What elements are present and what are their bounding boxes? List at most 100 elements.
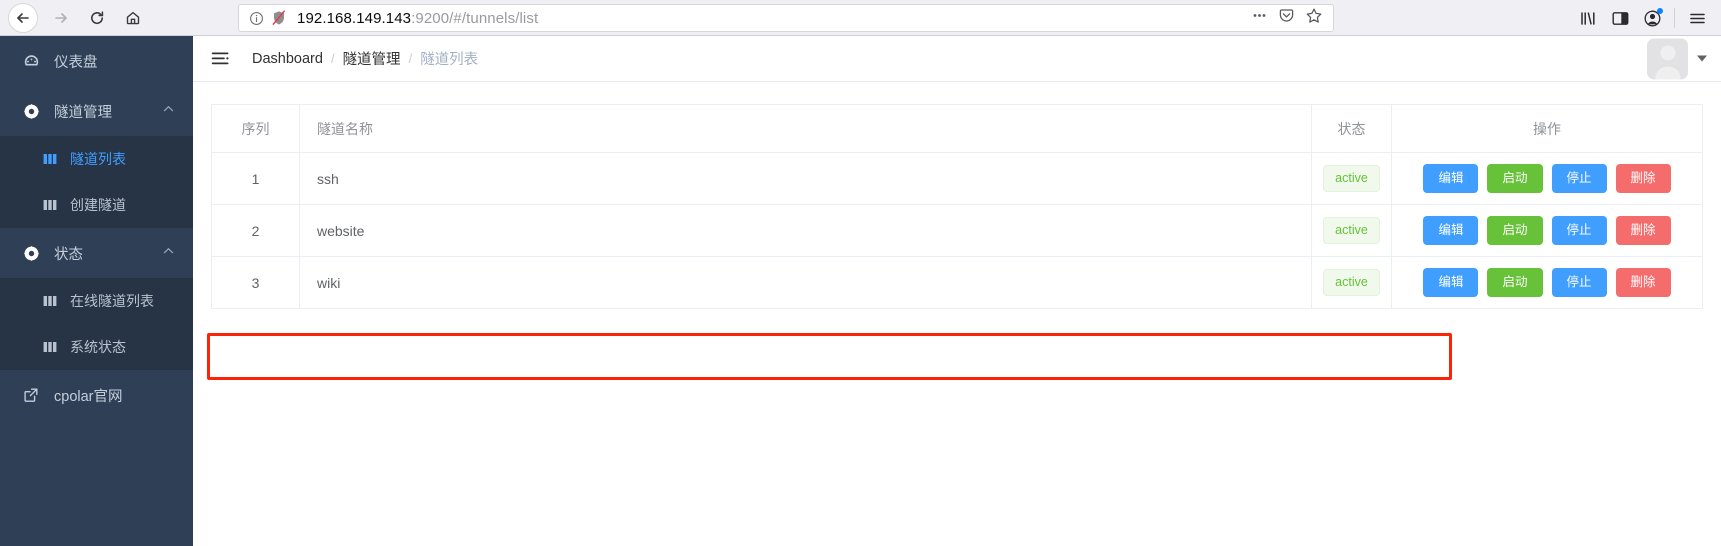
grid-icon bbox=[42, 294, 57, 309]
table-row[interactable]: 1 ssh active 编辑 启动 停止 删除 bbox=[211, 152, 1703, 205]
sidebar-item-dashboard[interactable]: 仪表盘 bbox=[0, 36, 193, 86]
sidebar-item-label: 创建隧道 bbox=[70, 197, 126, 213]
tracking-protection-shield-icon[interactable] bbox=[271, 10, 287, 26]
url-text[interactable]: 192.168.149.143:9200/#/tunnels/list bbox=[297, 10, 1251, 27]
start-button[interactable]: 启动 bbox=[1487, 164, 1543, 193]
breadcrumb-item-tunnel-list[interactable]: 隧道列表 bbox=[420, 48, 478, 69]
sidebar-submenu-tunnel-management: 隧道列表 创建隧道 bbox=[0, 136, 193, 228]
sidebar-submenu-status: 在线隧道列表 系统状态 bbox=[0, 278, 193, 370]
sidebar-item-online-tunnel-list[interactable]: 在线隧道列表 bbox=[0, 278, 193, 324]
status-badge: active bbox=[1323, 269, 1380, 296]
grid-icon bbox=[42, 152, 57, 167]
account-icon[interactable] bbox=[1636, 3, 1668, 33]
user-menu[interactable] bbox=[1647, 38, 1707, 79]
sidebar-item-label: 仪表盘 bbox=[54, 54, 98, 71]
edit-button[interactable]: 编辑 bbox=[1423, 216, 1479, 245]
cell-status: active bbox=[1311, 204, 1392, 257]
sidebar-item-system-status[interactable]: 系统状态 bbox=[0, 324, 193, 370]
table-row[interactable]: 2 website active 编辑 启动 停止 删除 bbox=[211, 204, 1703, 257]
topbar: Dashboard / 隧道管理 / 隧道列表 bbox=[193, 36, 1721, 82]
bookmark-star-icon[interactable] bbox=[1305, 7, 1323, 30]
back-arrow-icon[interactable] bbox=[8, 2, 38, 33]
table-row[interactable]: 3 wiki active 编辑 启动 停止 删除 bbox=[211, 256, 1703, 309]
cell-name: website bbox=[299, 204, 1312, 257]
sidebar-group-tunnel-management[interactable]: 隧道管理 bbox=[0, 86, 193, 136]
browser-toolbar-right bbox=[1572, 0, 1721, 36]
tunnel-icon bbox=[22, 102, 40, 120]
sidebar-item-create-tunnel[interactable]: 创建隧道 bbox=[0, 182, 193, 228]
breadcrumb-item-tunnel-management[interactable]: 隧道管理 bbox=[343, 48, 401, 69]
cell-actions: 编辑 启动 停止 删除 bbox=[1391, 204, 1703, 257]
tunnel-table: 序列 隧道名称 状态 操作 1 ssh active 编辑 启动 停止 删除 2… bbox=[211, 104, 1703, 309]
page-info-icon[interactable] bbox=[249, 11, 264, 26]
toolbar-divider bbox=[1674, 8, 1675, 28]
app-page: 仪表盘 隧道管理 隧道列表 创建隧道 状态 在线隧道列表 系统状态 cpolar… bbox=[0, 36, 1721, 546]
app-menu-icon[interactable] bbox=[1681, 3, 1713, 33]
column-header-name: 隧道名称 bbox=[299, 104, 1312, 153]
address-bar[interactable]: 192.168.149.143:9200/#/tunnels/list bbox=[238, 4, 1334, 32]
column-header-actions: 操作 bbox=[1391, 104, 1703, 153]
cell-status: active bbox=[1311, 256, 1392, 309]
cell-seq: 2 bbox=[211, 204, 300, 257]
sidebar-group-status[interactable]: 状态 bbox=[0, 228, 193, 278]
column-header-status: 状态 bbox=[1311, 104, 1392, 153]
sidebar-item-label: 在线隧道列表 bbox=[70, 293, 154, 309]
column-header-seq: 序列 bbox=[211, 104, 300, 153]
stop-button[interactable]: 停止 bbox=[1551, 164, 1607, 193]
start-button[interactable]: 启动 bbox=[1487, 268, 1543, 297]
breadcrumb-item-dashboard[interactable]: Dashboard bbox=[252, 51, 323, 67]
start-button[interactable]: 启动 bbox=[1487, 216, 1543, 245]
grid-icon bbox=[42, 198, 57, 213]
stop-button[interactable]: 停止 bbox=[1551, 216, 1607, 245]
cell-seq: 1 bbox=[211, 152, 300, 205]
url-host: 192.168.149.143 bbox=[297, 9, 412, 27]
chevron-up-icon bbox=[162, 103, 175, 120]
account-notification-dot bbox=[1657, 8, 1663, 14]
cell-actions: 编辑 启动 停止 删除 bbox=[1391, 256, 1703, 309]
sidebar-item-label: 系统状态 bbox=[70, 339, 126, 355]
main-area: Dashboard / 隧道管理 / 隧道列表 序列 隧道名称 状态 操作 1 … bbox=[193, 36, 1721, 546]
menu-collapse-icon[interactable] bbox=[211, 50, 230, 67]
sidebar-item-cpolar-website[interactable]: cpolar官网 bbox=[0, 370, 193, 420]
url-path: :9200/#/tunnels/list bbox=[411, 9, 539, 27]
forward-arrow-icon[interactable] bbox=[44, 3, 78, 33]
status-badge: active bbox=[1323, 165, 1380, 192]
annotation-highlight-box bbox=[207, 333, 1452, 380]
sidebar-icon[interactable] bbox=[1604, 3, 1636, 33]
edit-button[interactable]: 编辑 bbox=[1423, 268, 1479, 297]
avatar[interactable] bbox=[1647, 38, 1688, 79]
reload-icon[interactable] bbox=[80, 3, 114, 33]
sidebar-item-label: 状态 bbox=[54, 246, 83, 263]
browser-toolbar: 192.168.149.143:9200/#/tunnels/list bbox=[0, 0, 1721, 36]
sidebar-item-tunnel-list[interactable]: 隧道列表 bbox=[0, 136, 193, 182]
cell-name: ssh bbox=[299, 152, 1312, 205]
delete-button[interactable]: 删除 bbox=[1615, 268, 1671, 297]
status-icon bbox=[22, 244, 40, 262]
delete-button[interactable]: 删除 bbox=[1615, 164, 1671, 193]
cell-name: wiki bbox=[299, 256, 1312, 309]
stop-button[interactable]: 停止 bbox=[1551, 268, 1607, 297]
sidebar-item-label: cpolar官网 bbox=[54, 388, 123, 405]
page-actions-icon[interactable] bbox=[1251, 7, 1268, 29]
sidebar: 仪表盘 隧道管理 隧道列表 创建隧道 状态 在线隧道列表 系统状态 cpolar… bbox=[0, 36, 193, 546]
sidebar-item-label: 隧道管理 bbox=[54, 104, 112, 121]
breadcrumb-separator: / bbox=[408, 51, 413, 66]
delete-button[interactable]: 删除 bbox=[1615, 216, 1671, 245]
breadcrumb: Dashboard / 隧道管理 / 隧道列表 bbox=[252, 48, 478, 69]
library-icon[interactable] bbox=[1572, 3, 1604, 33]
cell-actions: 编辑 启动 停止 删除 bbox=[1391, 152, 1703, 205]
sidebar-item-label: 隧道列表 bbox=[70, 151, 126, 167]
cell-status: active bbox=[1311, 152, 1392, 205]
grid-icon bbox=[42, 340, 57, 355]
table-header-row: 序列 隧道名称 状态 操作 bbox=[211, 104, 1703, 153]
content-area: 序列 隧道名称 状态 操作 1 ssh active 编辑 启动 停止 删除 2… bbox=[193, 82, 1721, 546]
cell-seq: 3 bbox=[211, 256, 300, 309]
navigation-buttons bbox=[0, 2, 150, 33]
home-icon[interactable] bbox=[116, 3, 150, 33]
chevron-down-icon[interactable] bbox=[1697, 55, 1707, 62]
chevron-up-icon bbox=[162, 245, 175, 262]
edit-button[interactable]: 编辑 bbox=[1423, 164, 1479, 193]
status-badge: active bbox=[1323, 217, 1380, 244]
pocket-icon[interactable] bbox=[1278, 7, 1295, 29]
external-link-icon bbox=[22, 386, 40, 404]
